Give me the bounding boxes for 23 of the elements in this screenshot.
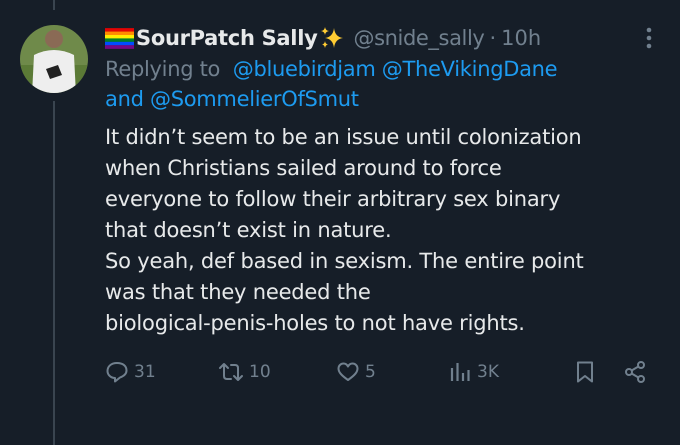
heart-icon[interactable] xyxy=(336,360,360,384)
action-count: 3K xyxy=(477,362,499,382)
mention-link[interactable]: @SommelierOfSmut xyxy=(150,87,359,111)
display-name[interactable]: SourPatch Sally xyxy=(136,26,318,50)
retweet-icon[interactable] xyxy=(218,360,244,384)
sparkles-icon xyxy=(320,26,344,50)
more-options-icon[interactable] xyxy=(646,27,652,49)
mention-joiner: and xyxy=(105,87,144,111)
replying-label: Replying to xyxy=(105,57,220,81)
timestamp[interactable]: 10h xyxy=(501,26,542,50)
share-icon[interactable] xyxy=(623,360,647,384)
tweet-paragraph: So yeah, def based in sexism. The entire point was that they needed the biological-penis-holes to not have rights. xyxy=(105,248,585,337)
action-count: 5 xyxy=(365,362,376,382)
action-count: 10 xyxy=(249,362,271,382)
speech-bubble-icon[interactable] xyxy=(105,360,129,384)
action-count: 31 xyxy=(134,362,156,382)
tweet-paragraph: It didn’t seem to be an issue until colonization when Christians sailed around to force everyone to follow their arbitrary sex binary that doesn’t exist in nature. xyxy=(105,124,582,244)
mention-link[interactable]: @bluebirdjam xyxy=(232,57,376,81)
user-handle[interactable]: @snide_sally xyxy=(354,26,484,50)
bar-chart-icon[interactable] xyxy=(448,360,472,384)
rainbow-flag-icon xyxy=(105,28,134,48)
separator-dot: · xyxy=(489,26,496,50)
mention-link[interactable]: @TheVikingDane xyxy=(382,57,558,81)
